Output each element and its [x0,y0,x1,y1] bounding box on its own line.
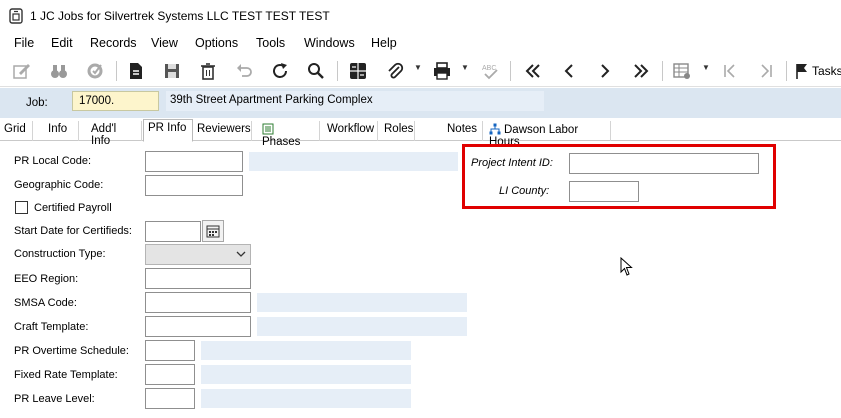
tasks-flag-icon[interactable] [790,59,814,83]
jump-first-icon[interactable] [718,59,742,83]
smsa-code-label: SMSA Code: [14,297,77,309]
toolbar-separator [337,61,338,81]
menu-help[interactable]: Help [371,36,397,50]
job-description: 39th Street Apartment Parking Complex [166,91,544,111]
print-icon[interactable] [430,59,454,83]
geographic-code-label: Geographic Code: [14,179,104,191]
edit-record-icon[interactable] [10,59,34,83]
tab-strip: Grid Info Add'l Info PR Info Reviewers P… [0,119,841,148]
menu-file[interactable]: File [14,36,34,50]
first-record-icon[interactable] [521,59,545,83]
pr-local-code-description [249,152,458,171]
toolbar-separator [510,61,511,81]
pr-overtime-schedule-description [201,341,411,360]
tab-roles[interactable]: Roles [380,121,415,141]
toolbar-separator [662,61,663,81]
last-record-icon[interactable] [629,59,653,83]
title-bar: 1 JC Jobs for Silvertrek Systems LLC TES… [0,0,841,32]
tab-phases-label: Phases [262,136,301,148]
tab-workflow[interactable]: Workflow [323,121,378,141]
menu-options[interactable]: Options [195,36,238,50]
window-title: 1 JC Jobs for Silvertrek Systems LLC TES… [30,9,330,23]
settings-check-icon[interactable] [83,59,107,83]
delete-icon[interactable] [196,59,220,83]
pr-leave-level-label: PR Leave Level: [14,393,95,405]
eeo-region-input[interactable] [145,268,251,289]
document-icon[interactable] [124,59,148,83]
menu-tools[interactable]: Tools [256,36,285,50]
fixed-rate-template-description [201,365,411,384]
toolbar-separator [786,61,787,81]
li-county-input[interactable] [569,181,639,202]
start-date-certified-input[interactable] [145,221,201,242]
certified-payroll-checkbox[interactable] [15,201,28,214]
project-intent-id-label: Project Intent ID: [471,157,553,169]
project-intent-id-input[interactable] [569,153,759,174]
pr-overtime-schedule-input[interactable] [145,340,195,361]
tab-info[interactable]: Info [44,121,79,141]
pr-local-code-input[interactable] [145,151,243,172]
undo-icon[interactable] [232,59,256,83]
mouse-cursor-icon [620,257,633,276]
app-icon [9,8,23,24]
toolbar: ▼ ▼ ABC ▼ Tasks [0,55,841,87]
job-label: Job: [26,97,48,109]
pr-overtime-schedule-label: PR Overtime Schedule: [14,345,129,357]
fixed-rate-template-label: Fixed Rate Template: [14,369,118,381]
craft-template-description [257,317,467,336]
tab-dawson-labor-hours[interactable]: Dawson Labor Hours [485,121,611,148]
craft-template-label: Craft Template: [14,321,89,333]
eeo-region-label: EEO Region: [14,273,79,285]
menu-records[interactable]: Records [90,36,137,50]
li-county-label: LI County: [499,185,550,197]
print-dropdown-icon[interactable]: ▼ [461,63,469,72]
tab-phases[interactable]: Phases [258,121,320,148]
start-date-certified-label: Start Date for Certifieds: [14,225,132,237]
menu-edit[interactable]: Edit [51,36,73,50]
paperclip-icon[interactable] [383,59,407,83]
spellcheck-icon[interactable]: ABC [478,59,502,83]
calendar-icon[interactable] [202,220,224,242]
tab-pr-info[interactable]: PR Info [143,119,193,142]
chevron-down-icon [236,251,246,257]
phases-icon [262,123,274,135]
job-bar: Job: 17000. 39th Street Apartment Parkin… [0,88,841,118]
geographic-code-input[interactable] [145,175,243,196]
fixed-rate-template-input[interactable] [145,364,195,385]
calculator-icon[interactable] [346,59,370,83]
previous-record-icon[interactable] [557,59,581,83]
certified-payroll-label: Certified Payroll [34,202,112,214]
tab-reviewers[interactable]: Reviewers [193,121,252,141]
job-input[interactable]: 17000. [72,91,159,111]
pr-leave-level-description [201,389,411,408]
tab-addl-info[interactable]: Add'l Info [87,121,142,147]
next-record-icon[interactable] [593,59,617,83]
refresh-icon[interactable] [268,59,292,83]
smsa-code-description [257,293,467,312]
grid-dropdown-icon[interactable]: ▼ [702,63,710,72]
attach-dropdown-icon[interactable]: ▼ [414,63,422,72]
smsa-code-input[interactable] [145,292,251,313]
tab-notes[interactable]: Notes [443,121,483,141]
save-icon[interactable] [160,59,184,83]
svg-text:ABC: ABC [482,65,496,72]
menu-windows[interactable]: Windows [304,36,355,50]
tab-grid[interactable]: Grid [0,121,33,141]
construction-type-label: Construction Type: [14,248,106,260]
menu-bar: File Edit Records View Options Tools Win… [0,33,841,53]
search-icon[interactable] [304,59,328,83]
pr-local-code-label: PR Local Code: [14,155,92,167]
grid-settings-icon[interactable] [670,59,694,83]
binoculars-icon[interactable] [47,59,71,83]
pr-leave-level-input[interactable] [145,388,195,409]
tasks-button[interactable]: Tasks [812,64,841,78]
construction-type-select[interactable] [145,244,251,265]
jump-last-icon[interactable] [754,59,778,83]
toolbar-separator [116,61,117,81]
org-chart-icon [489,123,501,135]
menu-view[interactable]: View [151,36,178,50]
craft-template-input[interactable] [145,316,251,337]
